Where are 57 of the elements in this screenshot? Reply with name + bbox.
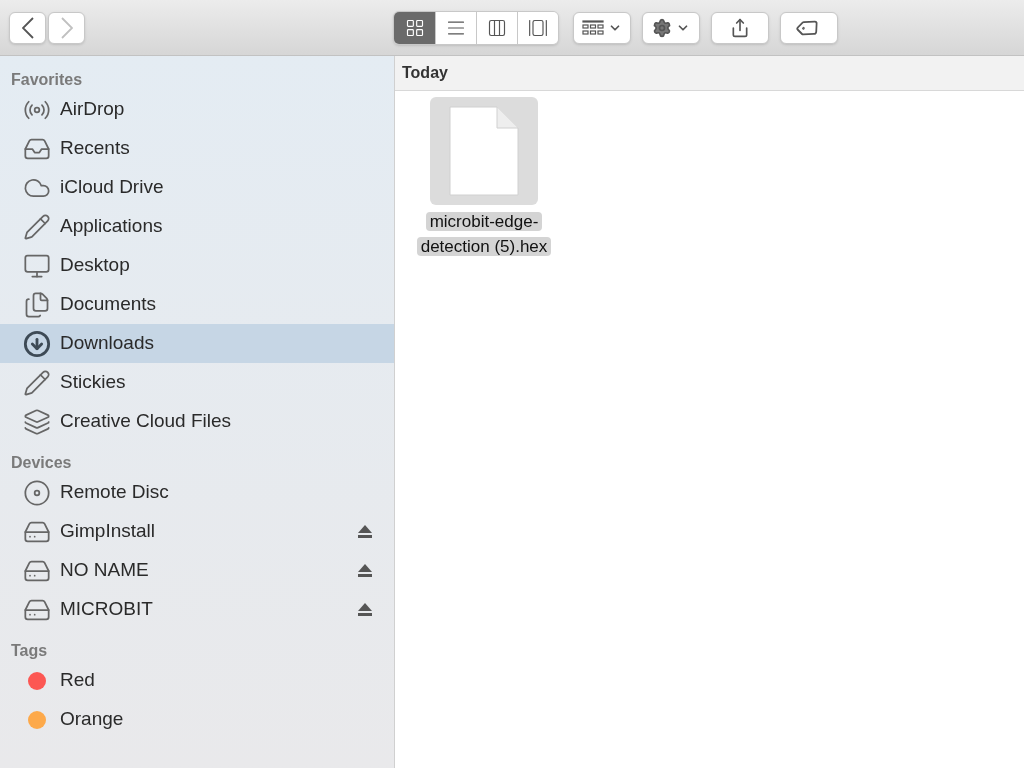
eject-icon[interactable] — [358, 603, 372, 616]
sidebar-item[interactable]: iCloud Drive — [0, 168, 394, 207]
eject-icon[interactable] — [358, 564, 372, 577]
sidebar-item[interactable]: Downloads — [0, 324, 394, 363]
item-label: Red — [60, 668, 96, 693]
view-mode-button[interactable] — [476, 11, 517, 44]
eject-icon[interactable] — [358, 525, 372, 538]
sidebar-item[interactable]: Desktop — [0, 246, 394, 285]
sidebar-item[interactable]: Creative Cloud Files — [0, 402, 394, 441]
view-mode-button[interactable] — [517, 11, 558, 44]
gallery-icon — [528, 17, 548, 38]
grid-icon — [582, 19, 604, 36]
file-thumbnail[interactable] — [430, 97, 538, 205]
item-label: Downloads — [60, 331, 155, 356]
document-icon — [449, 106, 519, 196]
item-label: NO NAME — [60, 558, 150, 583]
sidebar-item[interactable]: MICROBIT — [0, 590, 394, 629]
columns-icon — [487, 17, 507, 38]
download-icon — [23, 329, 51, 358]
action-button[interactable] — [642, 11, 700, 44]
back-button[interactable] — [9, 11, 46, 44]
sidebar-item[interactable]: GimpInstall — [0, 512, 394, 551]
item-label: Orange — [60, 707, 125, 732]
item-label: Documents — [60, 292, 158, 317]
view-mode-button[interactable] — [394, 11, 435, 44]
sidebar-item[interactable]: AirDrop — [0, 90, 394, 129]
disc-icon — [23, 478, 51, 507]
sidebar-item[interactable]: Orange — [0, 700, 394, 739]
sidebar-item[interactable]: Red — [0, 661, 394, 700]
view-mode-button[interactable] — [435, 11, 476, 44]
item-label: iCloud Drive — [60, 175, 165, 200]
group-header: Today — [395, 56, 1024, 91]
section-header: Tags — [10, 641, 49, 661]
item-label: Desktop — [60, 253, 131, 278]
grid-icon — [404, 17, 425, 38]
documents-icon — [23, 290, 51, 319]
item-label: AirDrop — [60, 97, 126, 122]
settings-icon — [652, 17, 672, 38]
section-header: Favorites — [10, 70, 84, 90]
share-button[interactable] — [711, 11, 769, 44]
share-icon — [730, 17, 750, 38]
item-label: MICROBIT — [60, 597, 154, 622]
item-label: Creative Cloud Files — [60, 409, 233, 434]
item-label: Applications — [60, 214, 164, 239]
sidebar-item[interactable]: Applications — [0, 207, 394, 246]
sidebar-item[interactable]: Recents — [0, 129, 394, 168]
sidebar-item[interactable]: Stickies — [0, 363, 394, 402]
item-label: Stickies — [60, 370, 127, 395]
item-label: GimpInstall — [60, 519, 157, 544]
item-label: Recents — [60, 136, 131, 161]
sidebar-item[interactable]: Documents — [0, 285, 394, 324]
item-label: Remote Disc — [60, 480, 170, 505]
section-header: Devices — [10, 453, 73, 473]
tag-button[interactable] — [780, 11, 838, 44]
sidebar-item[interactable]: NO NAME — [0, 551, 394, 590]
arrange-button[interactable] — [573, 11, 631, 44]
sidebar-item[interactable]: Remote Disc — [0, 473, 394, 512]
